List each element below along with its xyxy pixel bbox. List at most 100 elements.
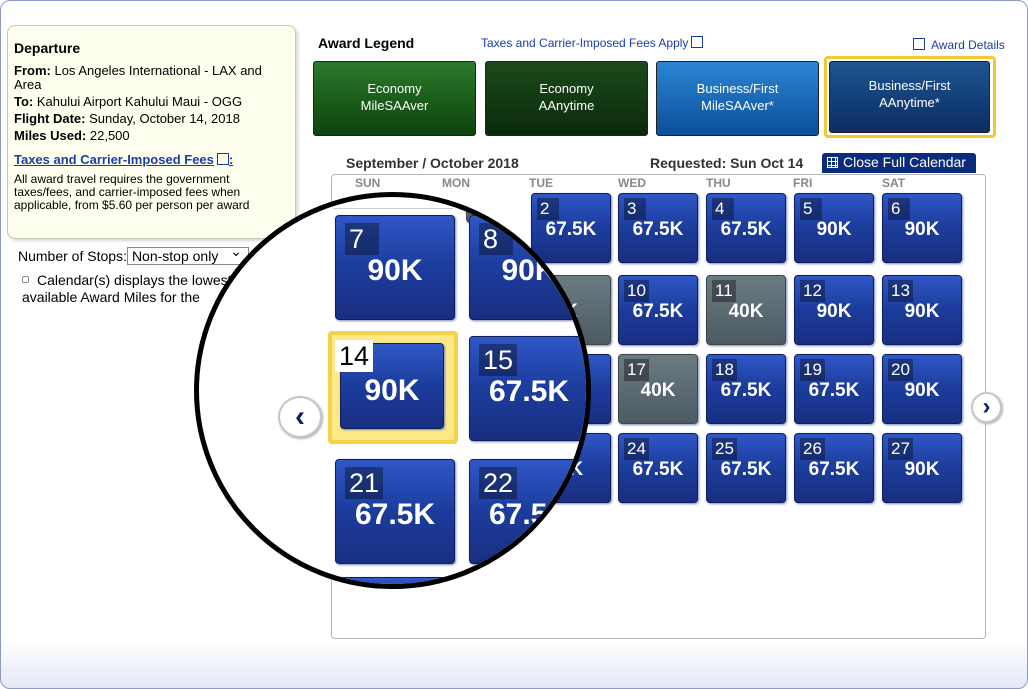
from-row: From: Los Angeles International - LAX an… (14, 64, 289, 92)
day-miles: 90K (816, 301, 852, 322)
day-miles: 67.5K (354, 498, 436, 531)
day-number: 3 (624, 198, 646, 220)
award-calendar-window: Departure From: Los Angeles Internationa… (0, 0, 1028, 689)
day-number: 5 (800, 198, 822, 220)
calendar-grid-icon (827, 157, 838, 168)
bullet-icon (22, 276, 29, 283)
lens-day-cell[interactable]: 21 67.5K (335, 459, 455, 564)
day-number: 17 (624, 359, 649, 381)
lens-top-divider (333, 197, 453, 209)
miles-label: Miles Used: (14, 128, 87, 143)
to-label: To: (14, 94, 34, 109)
day-number: 25 (712, 438, 737, 460)
lens-day-cell[interactable]: 7 90K (335, 215, 455, 320)
from-label: From: (14, 63, 51, 78)
calendar-day-cell[interactable]: 24 67.5K (618, 433, 698, 503)
day-number: 14 (335, 340, 374, 372)
next-month-button[interactable]: › (971, 392, 1002, 423)
day-number: 21 (345, 467, 384, 499)
lens-day-cell[interactable]: 22 67.5K (469, 459, 586, 564)
stops-row: Number of Stops: Non-stop only (18, 243, 249, 265)
taxes-fees-link[interactable]: Taxes and Carrier-Imposed Fees: (14, 152, 233, 167)
date-value: Sunday, October 14, 2018 (89, 111, 240, 126)
date-row: Flight Date: Sunday, October 14, 2018 (14, 112, 289, 126)
calendar-day-cell[interactable]: 12 90K (794, 275, 874, 345)
calendar-day-cell[interactable]: 5 90K (794, 193, 874, 263)
day-miles: 67.5K (720, 380, 772, 401)
calendar-day-cell[interactable]: 17 40K (618, 354, 698, 424)
calendar-day-cell[interactable]: 4 67.5K (706, 193, 786, 263)
stops-select[interactable]: Non-stop only (126, 243, 249, 265)
date-label: Flight Date: (14, 111, 86, 126)
day-miles: 40K (728, 301, 764, 322)
day-header-wed: WED (618, 176, 646, 190)
day-number: 6 (888, 198, 910, 220)
day-miles: 90K (904, 219, 940, 240)
close-full-calendar-label: Close Full Calendar (843, 154, 966, 170)
day-miles: 90K (904, 301, 940, 322)
legend-business-aanytime[interactable]: Business/First AAnytime* (829, 61, 990, 133)
to-row: To: Kahului Airport Kahului Maui - OGG (14, 95, 289, 109)
calendar-day-cell[interactable]: 13 90K (882, 275, 962, 345)
to-value: Kahului Airport Kahului Maui - OGG (36, 94, 243, 109)
external-link-icon (913, 38, 925, 50)
day-miles: 67.5K (808, 459, 860, 480)
day-number: 18 (712, 359, 737, 381)
day-miles: 90K (904, 459, 940, 480)
calendar-day-cell[interactable]: 19 67.5K (794, 354, 874, 424)
legend-line2: AAnytime (538, 98, 595, 113)
legend-line1: Business/First (696, 81, 779, 96)
day-miles: 90K (364, 374, 420, 407)
day-header-tue: TUE (529, 176, 553, 190)
lens-selected-day-cell[interactable]: 14 90K (335, 340, 444, 429)
day-number: 15 (479, 344, 518, 376)
calendar-month-title: September / October 2018 (346, 155, 519, 171)
from-value: Los Angeles International - LAX and Area (14, 63, 262, 92)
day-number: 12 (800, 280, 825, 302)
departure-panel: Departure From: Los Angeles Internationa… (7, 25, 296, 239)
miles-row: Miles Used: 22,500 (14, 129, 289, 143)
day-miles: 40K (640, 380, 676, 401)
calendar-day-cell[interactable]: 25 67.5K (706, 433, 786, 503)
legend-fees-link[interactable]: Taxes and Carrier-Imposed Fees Apply (481, 36, 704, 50)
calendar-day-cell[interactable]: 6 90K (882, 193, 962, 263)
day-number: 10 (624, 280, 649, 302)
award-details-text: Award Details (931, 38, 1005, 52)
day-number: 4 (712, 198, 734, 220)
calendar-day-cell[interactable]: 26 67.5K (794, 433, 874, 503)
day-number: 20 (888, 359, 913, 381)
day-number: 7 (345, 223, 379, 255)
day-miles: 90K (501, 254, 557, 287)
external-link-icon (691, 36, 704, 48)
fees-note: All award travel requires the government… (14, 172, 250, 212)
close-full-calendar-button[interactable]: Close Full Calendar (822, 153, 976, 173)
day-number: 27 (888, 438, 913, 460)
day-number: 8 (479, 223, 513, 255)
calendar-day-cell[interactable]: 10 67.5K (618, 275, 698, 345)
external-link-icon (216, 153, 229, 165)
day-number: 11 (712, 280, 736, 302)
legend-line1: Economy (367, 81, 422, 96)
calendar-day-cell[interactable]: 11 40K (706, 275, 786, 345)
previous-month-button[interactable]: ‹ (278, 396, 322, 438)
award-legend-title: Award Legend (318, 35, 415, 51)
legend-line2: MileSAAver (360, 98, 429, 113)
chevron-right-icon: › (982, 393, 991, 420)
day-miles: 67.5K (632, 219, 684, 240)
chevron-left-icon: ‹ (295, 400, 305, 433)
day-miles: 67.5K (632, 459, 684, 480)
day-header-mon: MON (442, 176, 470, 190)
lens-day-cell[interactable]: 8 90K (469, 215, 586, 320)
lens-day-cell[interactable]: 15 67.5K (469, 336, 586, 441)
award-details-link[interactable]: Award Details (913, 38, 1005, 52)
day-number: 19 (800, 359, 825, 381)
legend-economy-aanytime[interactable]: Economy AAnytime (485, 61, 648, 136)
calendar-day-cell[interactable]: 3 67.5K (618, 193, 698, 263)
calendar-day-cell[interactable]: 20 90K (882, 354, 962, 424)
day-header-sun: SUN (355, 176, 381, 190)
day-number: 26 (800, 438, 825, 460)
legend-business-milesaaver[interactable]: Business/First MileSAAver* (656, 61, 819, 136)
calendar-day-cell[interactable]: 27 90K (882, 433, 962, 503)
legend-economy-milesaaver[interactable]: Economy MileSAAver (313, 61, 476, 136)
calendar-day-cell[interactable]: 18 67.5K (706, 354, 786, 424)
